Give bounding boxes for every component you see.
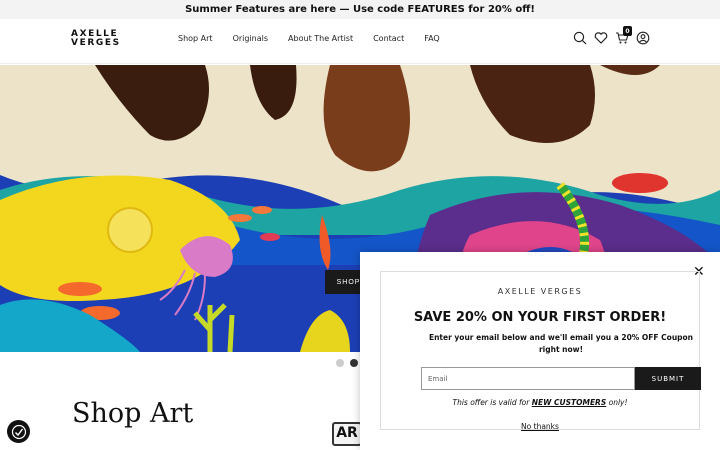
search-icon[interactable] [573, 30, 587, 45]
no-thanks-link[interactable]: No thanks [381, 422, 699, 431]
heart-icon[interactable] [594, 30, 608, 44]
accessibility-icon[interactable] [7, 420, 30, 443]
ar-badge: AR [332, 422, 362, 446]
offer-suffix: only! [606, 398, 628, 407]
discount-popup: ✕ AXELLE VERGES SAVE 20% ON YOUR FIRST O… [360, 252, 720, 450]
popup-subtitle: Enter your email below and we'll email y… [428, 333, 694, 354]
popup-brand: AXELLE VERGES [381, 287, 699, 296]
email-input[interactable] [421, 367, 635, 390]
submit-button[interactable]: SUBMIT [635, 367, 701, 390]
announcement-text: Summer Features are here — Use code FEAT… [185, 4, 535, 15]
site-logo[interactable]: AXELLE VERGES [71, 30, 121, 48]
nav-item-faq[interactable]: FAQ [424, 34, 440, 43]
nav-item-about[interactable]: About The Artist [288, 34, 353, 43]
carousel-dot-1[interactable] [336, 359, 344, 367]
offer-highlight: NEW CUSTOMERS [531, 398, 607, 407]
offer-note: This offer is valid for NEW CUSTOMERS on… [381, 398, 699, 407]
nav-item-originals[interactable]: Originals [233, 34, 268, 43]
nav-item-shop-art[interactable]: Shop Art [178, 34, 213, 43]
popup-frame: AXELLE VERGES SAVE 20% ON YOUR FIRST ORD… [380, 271, 701, 431]
offer-prefix: This offer is valid for [452, 398, 532, 407]
cart-icon[interactable]: 0 [615, 26, 632, 44]
nav-item-contact[interactable]: Contact [373, 34, 404, 43]
announcement-bar: Summer Features are here — Use code FEAT… [0, 0, 720, 19]
main-nav: Shop Art Originals About The Artist Cont… [178, 34, 460, 43]
logo-line-2: VERGES [71, 38, 121, 48]
popup-brand-text: AXELLE VERGES [489, 287, 591, 296]
header-icons: 0 [573, 26, 650, 45]
section-title: Shop Art [72, 398, 194, 429]
site-header: AXELLE VERGES Shop Art Originals About T… [0, 19, 720, 64]
cart-count-badge: 0 [623, 26, 632, 36]
popup-title: SAVE 20% ON YOUR FIRST ORDER! [413, 310, 667, 325]
carousel-dots [336, 359, 358, 367]
account-icon[interactable] [636, 30, 650, 45]
carousel-dot-2[interactable] [350, 359, 358, 367]
